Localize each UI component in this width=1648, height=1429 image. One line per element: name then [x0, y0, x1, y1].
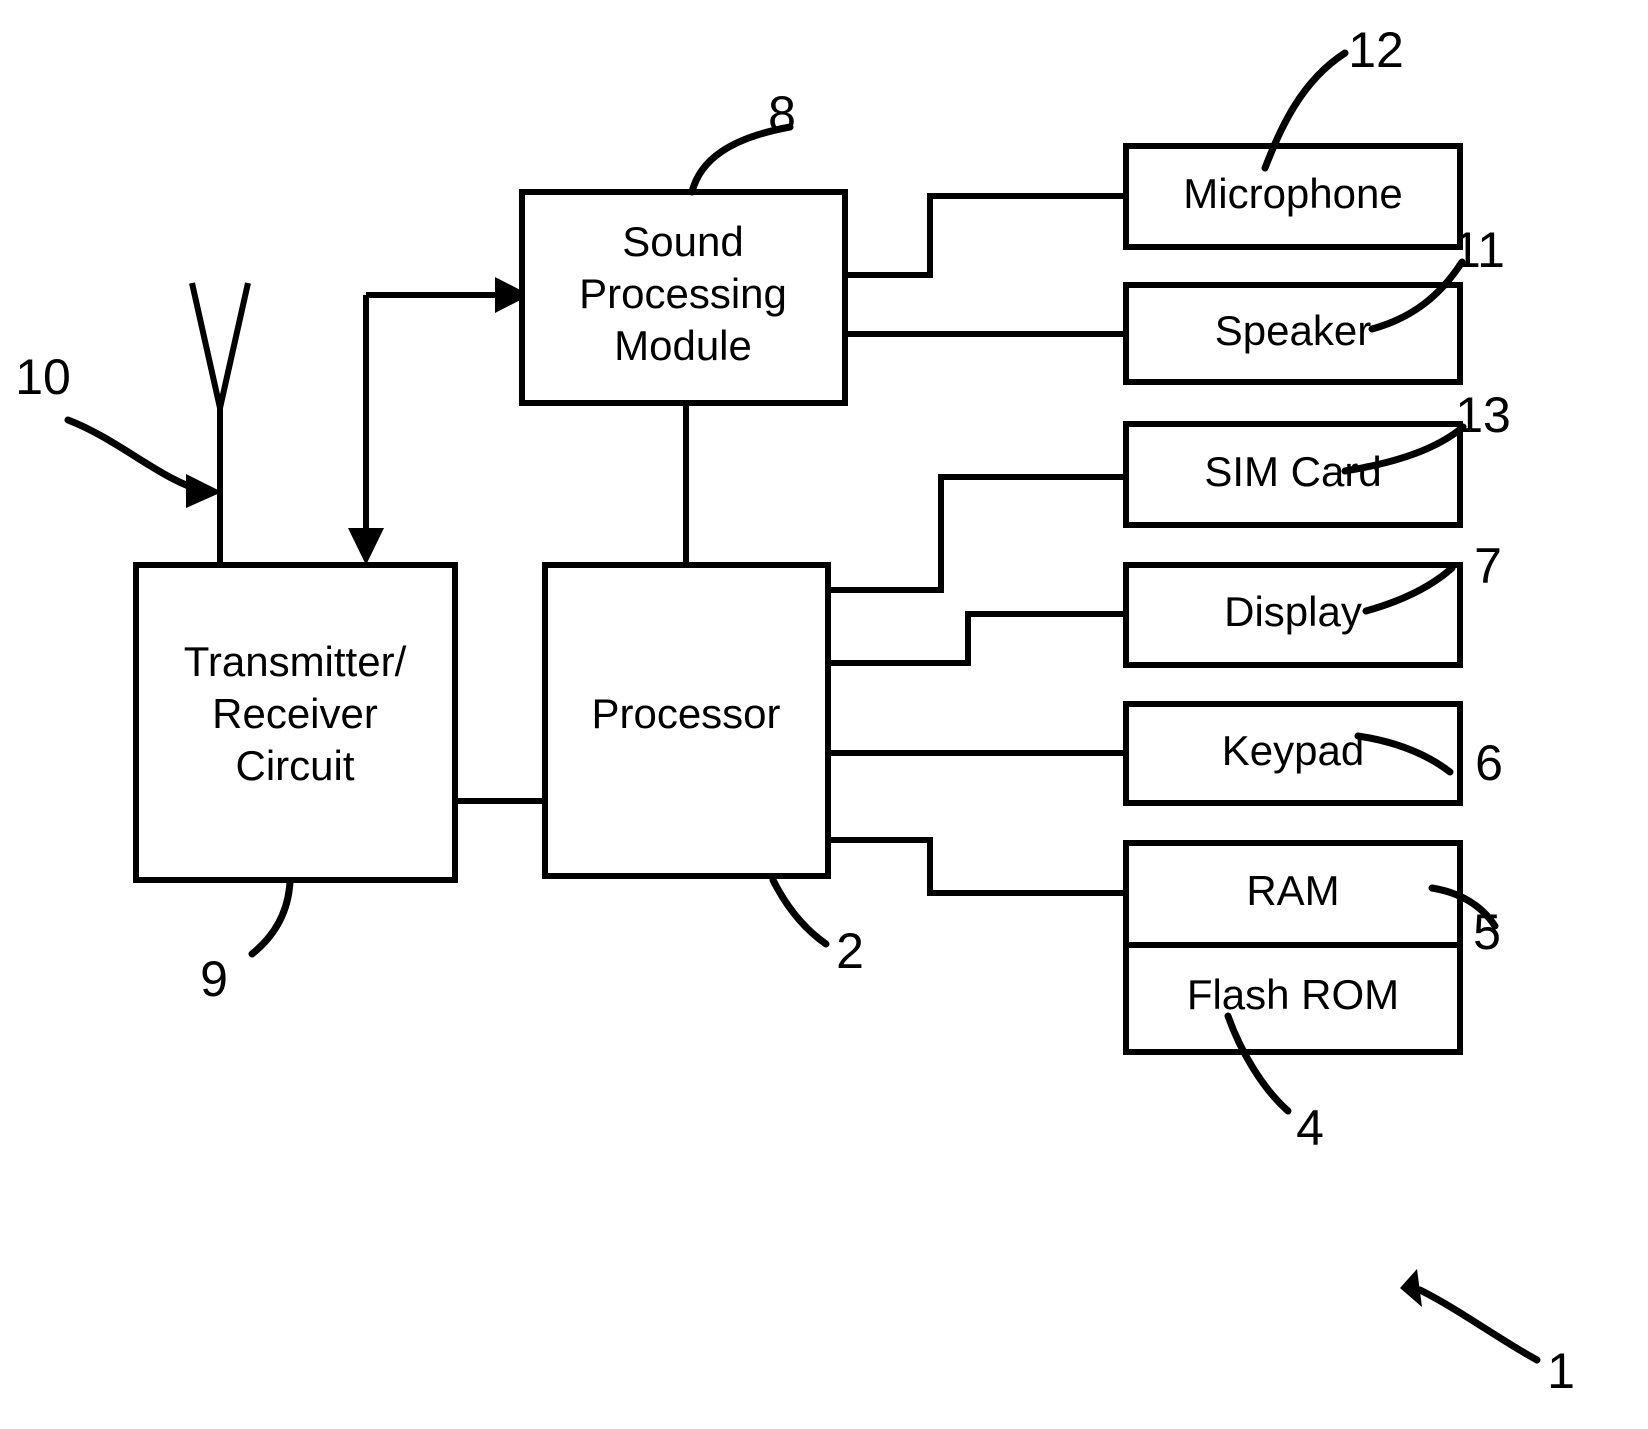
block-memory-group: RAM Flash ROM [1123, 840, 1463, 1055]
leader-whole-device [1400, 1269, 1541, 1364]
block-sim-card[interactable]: SIM Card [1123, 421, 1463, 528]
block-display[interactable]: Display [1123, 562, 1463, 668]
trx-label-line3: Circuit [235, 742, 354, 789]
speaker-label: Speaker [1215, 307, 1371, 354]
ref-numeral-5: 5 [1473, 904, 1501, 960]
wire-trx-to-sound-module [366, 277, 530, 313]
ram-label: RAM [1246, 867, 1339, 914]
wire-processor-to-sim-card [828, 474, 1126, 593]
trx-label-line2: Receiver [212, 690, 378, 737]
ref-numeral-12: 12 [1348, 22, 1404, 78]
leader-trx [248, 878, 294, 958]
display-label: Display [1224, 588, 1362, 635]
leader-arrow-antenna-icon [186, 474, 222, 508]
ref-numeral-9: 9 [200, 951, 228, 1007]
block-transmitter-receiver-circuit[interactable]: Transmitter/ Receiver Circuit [133, 562, 458, 883]
block-sound-processing-module[interactable]: Sound Processing Module [519, 189, 848, 406]
arrow-down-into-trx-icon [348, 528, 384, 565]
trx-label-line1: Transmitter/ [184, 638, 407, 685]
block-diagram-svg: Sound Processing Module Transmitter/ Rec… [15, 22, 1575, 1399]
ref-numeral-4: 4 [1296, 1100, 1324, 1156]
flash-rom-label: Flash ROM [1187, 971, 1399, 1018]
wire-processor-to-ram [828, 837, 1126, 896]
ref-numeral-1: 1 [1547, 1343, 1575, 1399]
block-keypad[interactable]: Keypad [1123, 701, 1463, 806]
ref-numeral-2: 2 [836, 923, 864, 979]
block-processor[interactable]: Processor [542, 562, 831, 879]
sound-processing-module-label-line2: Processing [579, 270, 787, 317]
wire-sound-module-to-microphone [845, 193, 1126, 278]
ref-numeral-7: 7 [1474, 538, 1502, 594]
antenna-symbol [189, 282, 251, 565]
microphone-label: Microphone [1183, 170, 1402, 217]
leader-arrow-whole-device-icon [1400, 1269, 1422, 1307]
block-microphone[interactable]: Microphone [1123, 143, 1463, 250]
ref-numeral-11: 11 [1453, 222, 1505, 278]
block-speaker[interactable]: Speaker [1123, 282, 1463, 385]
sound-processing-module-label-line1: Sound [622, 218, 743, 265]
ref-numeral-13: 13 [1455, 387, 1511, 443]
processor-label: Processor [591, 690, 780, 737]
ref-numeral-10: 10 [15, 349, 71, 405]
wire-sound-module-to-trx [348, 295, 384, 565]
leader-antenna [64, 416, 222, 508]
ref-numeral-6: 6 [1475, 735, 1503, 791]
sound-processing-module-label-line3: Module [614, 322, 752, 369]
keypad-label: Keypad [1222, 727, 1364, 774]
ref-numeral-8: 8 [768, 86, 796, 142]
wire-processor-to-display [828, 611, 1126, 666]
figure-canvas: Sound Processing Module Transmitter/ Rec… [0, 0, 1648, 1429]
leader-processor [769, 876, 830, 948]
